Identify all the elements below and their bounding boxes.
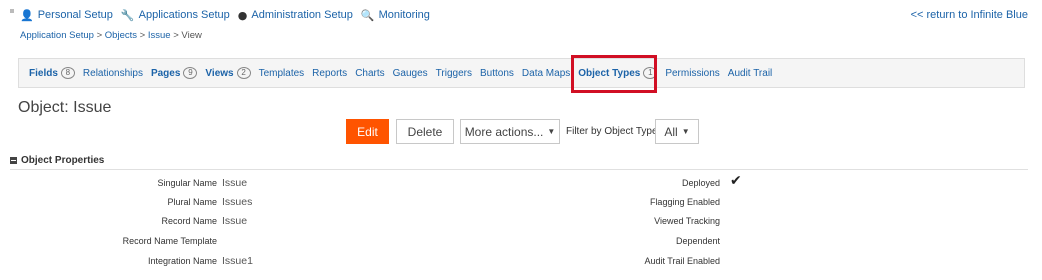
property-value: Issue <box>222 177 248 189</box>
tab-gauges[interactable]: Gauges <box>393 68 428 79</box>
tab-object-types-count: 1 <box>643 67 658 79</box>
tab-reports[interactable]: Reports <box>312 68 347 79</box>
tab-fields[interactable]: Fields 8 <box>29 67 75 79</box>
tab-object-types[interactable]: Object Types 1 <box>578 67 658 79</box>
tab-pages-label: Pages <box>150 67 181 79</box>
property-row: Record Name Issue Viewed Tracking <box>0 215 1042 230</box>
property-row: Integration Name Issue1 Audit Trail Enab… <box>0 255 1042 270</box>
property-label: Record Name Template <box>122 236 217 246</box>
property-row: Singular Name Issue Deployed ✔ <box>0 173 1042 192</box>
breadcrumb-objects[interactable]: Objects <box>105 30 137 41</box>
nav-applications-setup[interactable]: 🔧 Applications Setup <box>121 9 230 21</box>
filter-label: Filter by Object Type <box>566 126 658 137</box>
caret-down-icon: ▼ <box>547 127 556 136</box>
section-divider <box>10 169 1028 170</box>
caret-down-icon: ▼ <box>681 127 690 136</box>
property-label: Record Name <box>161 216 217 226</box>
tab-pages-count: 9 <box>183 67 198 79</box>
breadcrumb-separator: > <box>96 30 103 41</box>
page-title: Object: Issue <box>18 99 112 116</box>
nav-monitoring[interactable]: 🔍 Monitoring <box>361 9 430 21</box>
object-type-filter-value: All <box>664 124 678 139</box>
breadcrumb-issue[interactable]: Issue <box>148 30 171 41</box>
tab-audit-trail-label: Audit Trail <box>727 67 773 79</box>
edit-button[interactable]: Edit <box>346 119 389 144</box>
check-icon: ✔ <box>730 173 742 189</box>
property-label: Flagging Enabled <box>649 197 720 207</box>
property-label: Viewed Tracking <box>654 216 720 226</box>
wrench-icon: 🔧 <box>120 8 135 22</box>
tab-charts-label: Charts <box>355 67 385 79</box>
tab-views[interactable]: Views 2 <box>205 67 251 79</box>
property-value: Issues <box>222 196 253 208</box>
collapse-icon[interactable] <box>10 157 17 164</box>
tab-pages[interactable]: Pages 9 <box>150 67 198 79</box>
nav-personal-setup[interactable]: 👤 Personal Setup <box>20 9 113 21</box>
property-label: Singular Name <box>157 178 217 188</box>
tab-permissions[interactable]: Permissions <box>665 68 719 79</box>
more-actions-button[interactable]: More actions... ▼ <box>460 119 560 144</box>
tab-triggers-label: Triggers <box>435 67 472 79</box>
tab-audit-trail[interactable]: Audit Trail <box>728 68 772 79</box>
tab-views-count: 2 <box>236 67 251 79</box>
property-value: Issue <box>222 215 248 227</box>
person-icon: 👤 <box>20 8 34 22</box>
delete-button-label: Delete <box>407 124 443 139</box>
breadcrumb: Application Setup > Objects > Issue > Vi… <box>20 30 202 41</box>
corner-marker <box>10 9 14 13</box>
object-type-filter-select[interactable]: All ▼ <box>655 119 699 144</box>
section-header-object-properties[interactable]: Object Properties <box>10 155 104 166</box>
search-icon: 🔍 <box>360 8 375 22</box>
nav-administration-setup[interactable]: ● Administration Setup <box>238 9 353 21</box>
property-row: Plural Name Issues Flagging Enabled <box>0 196 1042 211</box>
tab-object-types-label: Object Types <box>578 67 641 79</box>
tab-permissions-label: Permissions <box>665 67 720 79</box>
tab-charts[interactable]: Charts <box>355 68 384 79</box>
breadcrumb-separator: > <box>139 30 146 41</box>
tab-data-maps[interactable]: Data Maps <box>522 68 570 79</box>
more-actions-label: More actions... <box>464 124 544 139</box>
property-label: Integration Name <box>147 256 217 266</box>
tab-buttons-label: Buttons <box>479 67 514 79</box>
property-label: Plural Name <box>167 197 217 207</box>
breadcrumb-view: View <box>181 30 202 41</box>
top-nav: 👤 Personal Setup 🔧 Applications Setup ● … <box>20 9 430 21</box>
object-tab-bar: Fields 8 Relationships Pages 9 Views 2 T… <box>18 58 1025 88</box>
tab-fields-count: 8 <box>60 67 75 79</box>
property-label: Dependent <box>675 236 720 246</box>
tab-templates[interactable]: Templates <box>259 68 305 79</box>
nav-personal-setup-label: Personal Setup <box>37 9 113 21</box>
tab-relationships[interactable]: Relationships <box>83 68 143 79</box>
tab-templates-label: Templates <box>258 67 305 79</box>
tab-views-label: Views <box>205 67 234 79</box>
tab-relationships-label: Relationships <box>82 67 143 79</box>
section-title: Object Properties <box>21 155 105 166</box>
breadcrumb-separator: > <box>173 30 179 41</box>
property-label: Deployed <box>681 178 720 188</box>
tab-triggers[interactable]: Triggers <box>436 68 472 79</box>
top-bar: 👤 Personal Setup 🔧 Applications Setup ● … <box>10 9 1028 25</box>
tab-data-maps-label: Data Maps <box>521 67 571 79</box>
tab-fields-label: Fields <box>29 67 58 79</box>
globe-icon: ● <box>237 8 248 22</box>
return-link[interactable]: << return to Infinite Blue <box>911 9 1028 21</box>
tab-buttons[interactable]: Buttons <box>480 68 514 79</box>
delete-button[interactable]: Delete <box>396 119 454 144</box>
property-label: Audit Trail Enabled <box>644 256 720 266</box>
breadcrumb-application-setup[interactable]: Application Setup <box>20 30 94 41</box>
nav-administration-setup-label: Administration Setup <box>251 9 353 21</box>
tab-reports-label: Reports <box>312 67 348 79</box>
property-value: Issue1 <box>222 255 253 267</box>
tab-gauges-label: Gauges <box>392 67 428 79</box>
nav-applications-setup-label: Applications Setup <box>138 9 230 21</box>
property-row: Record Name Template Dependent <box>0 236 1042 250</box>
nav-monitoring-label: Monitoring <box>378 9 430 21</box>
